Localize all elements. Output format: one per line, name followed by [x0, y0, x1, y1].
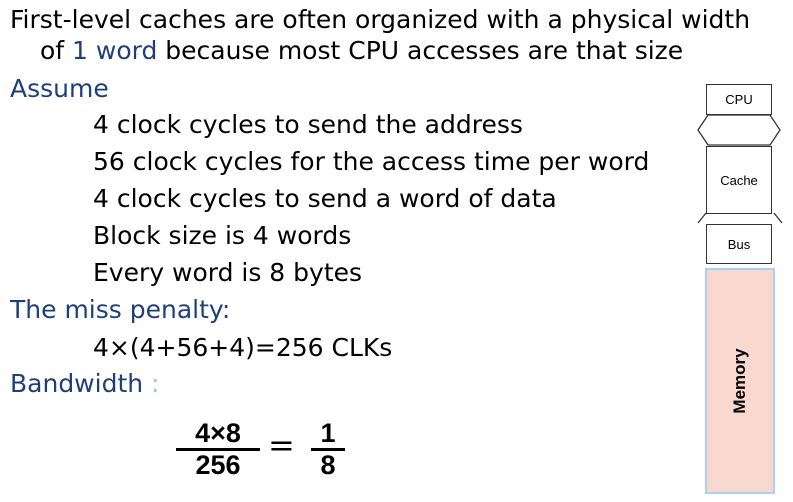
bandwidth-label: Bandwidth [10, 369, 144, 398]
intro-line-2: of 1 word because most CPU accesses are … [40, 36, 683, 66]
assumption-item: Block size is 4 words [93, 221, 352, 250]
bandwidth-heading: Bandwidth : [10, 369, 159, 399]
cpu-box: CPU [706, 84, 772, 115]
memory-block: Memory [705, 268, 775, 494]
intro-line-2-start: of [40, 36, 73, 65]
bus-box: Bus [706, 224, 772, 264]
cache-bus-link-arrow [697, 212, 783, 224]
intro-line-2-end: because most CPU accesses are that size [157, 36, 684, 65]
miss-penalty-formula: 4×(4+56+4)=256 CLKs [93, 333, 393, 362]
bandwidth-colon: : [151, 369, 160, 398]
fraction-left-denominator: 256 [195, 450, 241, 480]
intro-highlight: 1 word [72, 36, 158, 65]
assumption-item: 56 clock cycles for the access time per … [93, 147, 650, 176]
assumption-item: 4 clock cycles to send a word of data [93, 184, 557, 213]
cpu-cache-link-arrow [697, 114, 781, 146]
memory-label: Memory [730, 348, 749, 414]
intro-line-1: First-level caches are often organized w… [10, 5, 751, 34]
equals-sign: = [268, 426, 295, 464]
fraction-left-numerator: 4×8 [195, 418, 241, 448]
cache-box: Cache [706, 146, 772, 214]
fraction-right-numerator: 1 [320, 418, 336, 448]
fraction-right-denominator: 8 [320, 450, 336, 480]
assumption-item: Every word is 8 bytes [93, 258, 363, 287]
assumption-item: 4 clock cycles to send the address [93, 110, 523, 139]
assume-heading: Assume [10, 74, 109, 103]
miss-penalty-heading: The miss penalty: [10, 295, 231, 324]
